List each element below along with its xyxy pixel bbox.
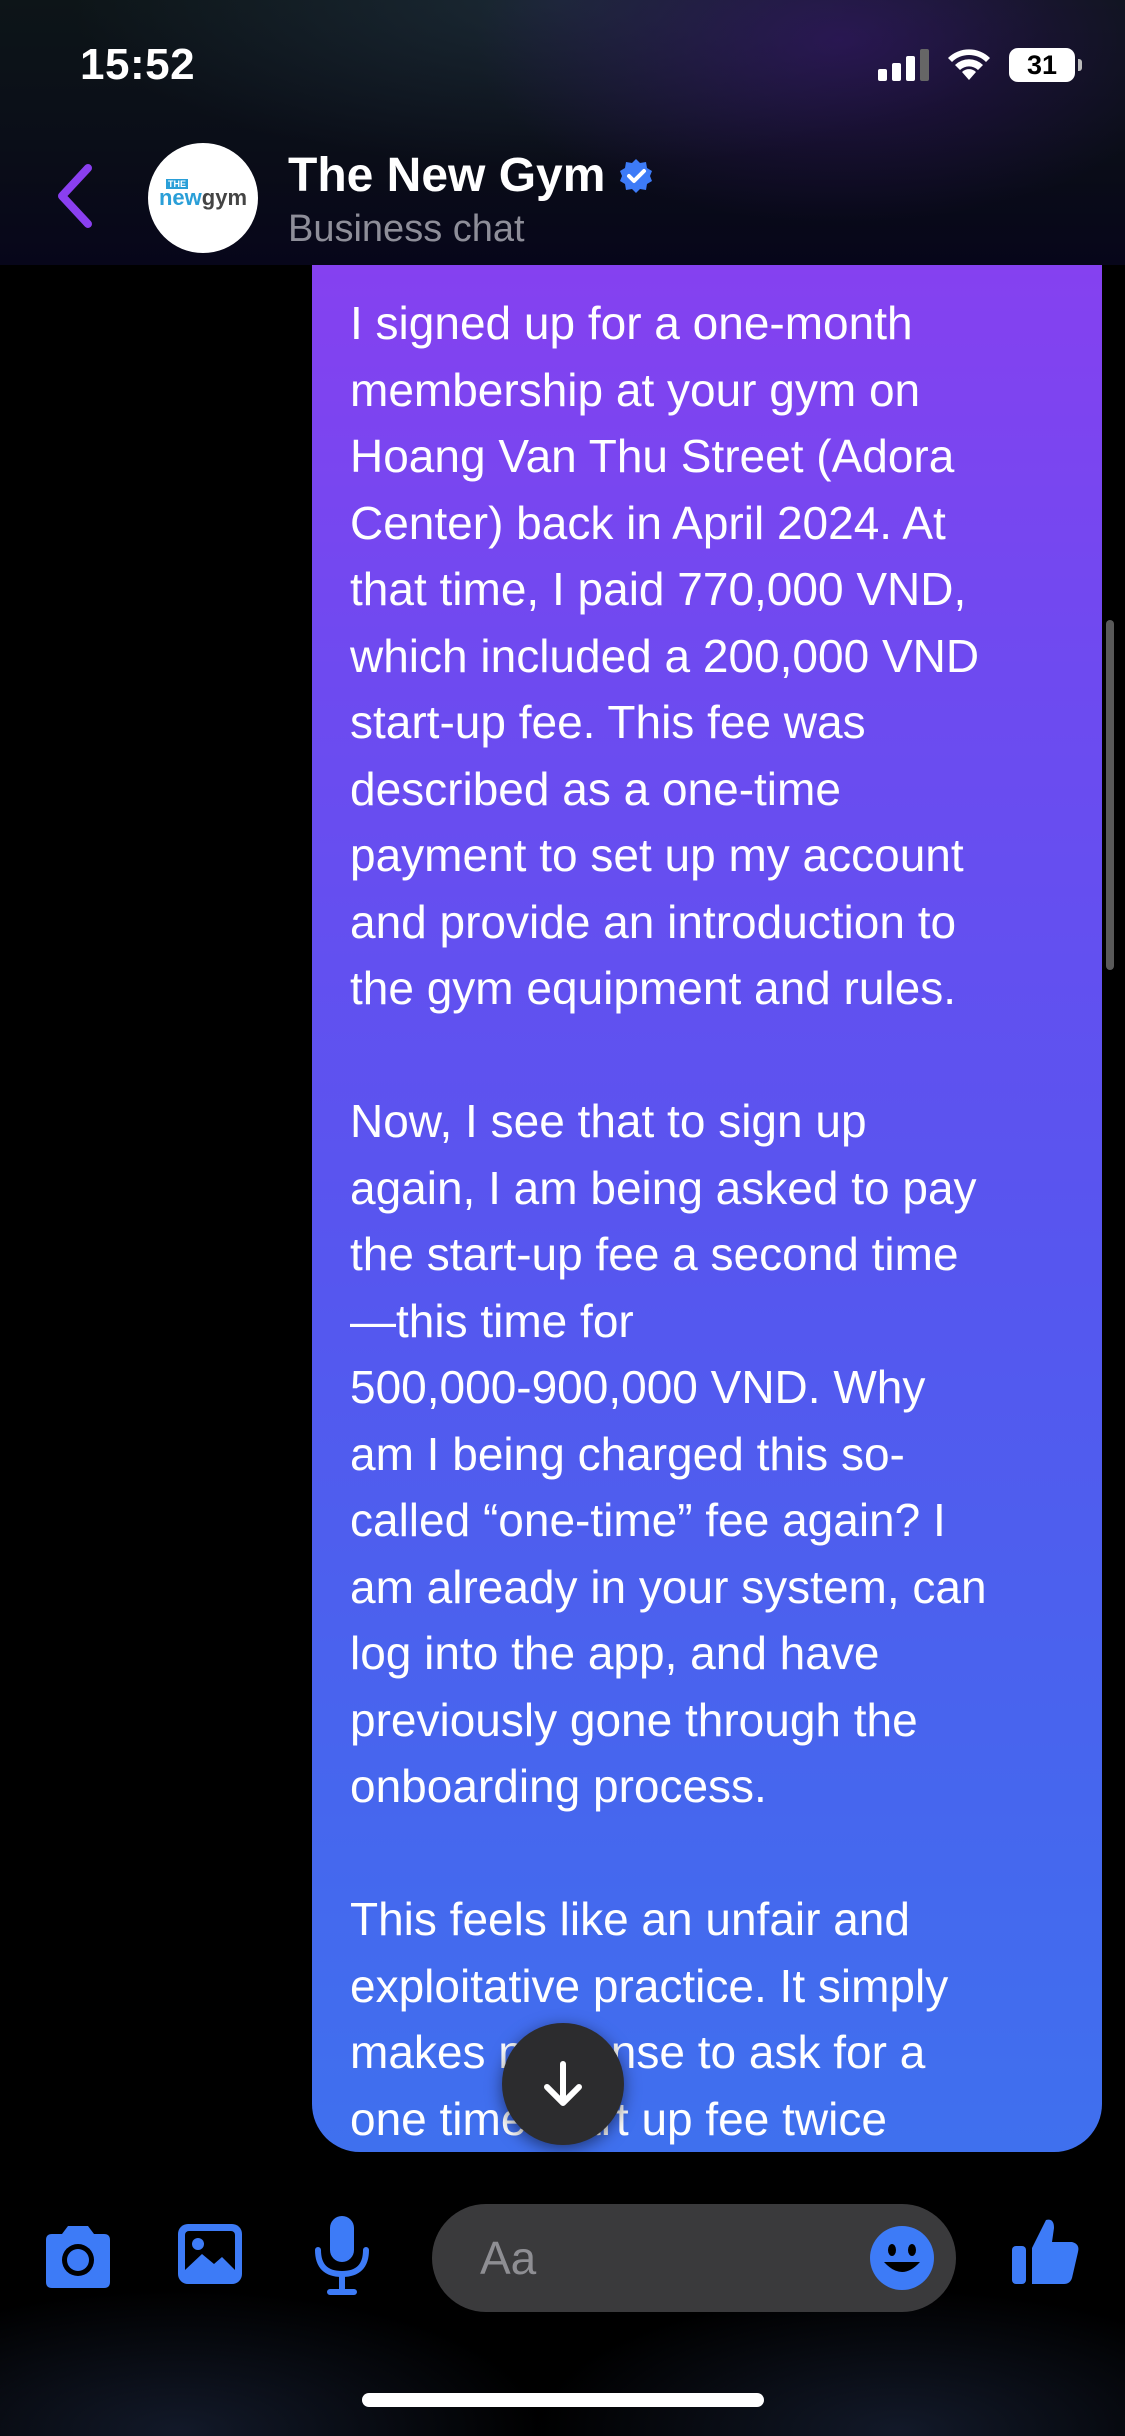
scrollbar[interactable] (1106, 620, 1114, 970)
chat-header: 15:52 31 THE newgym The New Gym Business… (0, 0, 1125, 265)
back-chevron-icon[interactable] (50, 160, 100, 232)
chat-title-text: The New Gym (288, 149, 606, 202)
status-icons: 31 (878, 48, 1082, 82)
avatar-logo: newgym (158, 185, 248, 210)
message-composer (0, 2170, 1125, 2436)
microphone-icon[interactable] (312, 2214, 372, 2298)
arrow-down-icon (544, 2061, 582, 2106)
image-gallery-icon[interactable] (176, 2222, 244, 2286)
status-time: 15:52 (80, 40, 196, 89)
thumbs-up-icon[interactable] (1008, 2214, 1084, 2290)
camera-icon[interactable] (38, 2222, 118, 2294)
scroll-to-bottom-button[interactable] (502, 2023, 624, 2145)
cellular-signal-icon (878, 49, 929, 81)
chat-title[interactable]: The New Gym (288, 148, 655, 203)
messenger-chat-screen: I signed up for a one-month membership a… (0, 0, 1125, 2436)
message-text: I signed up for a one-month membership a… (350, 297, 987, 2145)
wifi-icon (948, 49, 990, 80)
chat-subtitle: Business chat (288, 208, 525, 250)
verified-badge-icon (620, 158, 653, 193)
message-input-container[interactable] (432, 2204, 956, 2312)
battery-icon: 31 (1009, 48, 1082, 82)
avatar-logo-tag: THE (166, 179, 188, 189)
message-input[interactable] (478, 2230, 842, 2286)
outgoing-message-bubble[interactable]: I signed up for a one-month membership a… (312, 180, 1102, 2152)
avatar[interactable]: THE newgym (148, 143, 258, 253)
battery-level: 31 (1026, 49, 1058, 80)
smiley-icon[interactable] (868, 2224, 936, 2292)
home-indicator[interactable] (362, 2393, 764, 2407)
